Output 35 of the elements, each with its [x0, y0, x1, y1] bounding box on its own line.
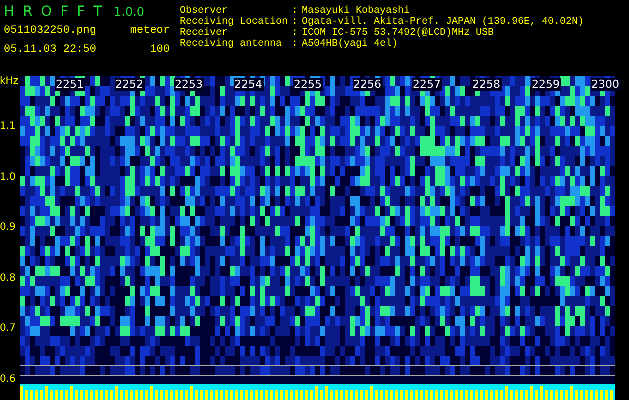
info-value: ICOM IC-575 53.7492(@LCD)MHz USB [302, 28, 496, 39]
meteor-count: 100 [149, 44, 170, 56]
info-label: Receiver [180, 28, 228, 39]
info-separator: : [292, 6, 300, 17]
time-label: 2255 [293, 78, 323, 91]
time-label: 2258 [472, 78, 502, 91]
frequency-tick: 0.6 [0, 374, 16, 384]
time-label: 2300 [590, 78, 620, 91]
info-label: Receiving Location [180, 17, 290, 28]
date-time: 05.11.03 22:50 [4, 44, 98, 56]
time-label: 2257 [412, 78, 442, 91]
info-value: Masayuki Kobayashi [302, 6, 410, 17]
unit-label: kHz [0, 76, 19, 87]
info-separator: : [292, 28, 300, 39]
app-version: 1.0.0 [114, 5, 146, 19]
info-separator: : [292, 39, 300, 50]
info-separator: : [292, 17, 300, 28]
frequency-tick: 0.7 [0, 323, 16, 334]
meteor-label: meteor [129, 25, 170, 37]
time-label: 2256 [352, 78, 382, 91]
time-label: 2259 [531, 78, 561, 91]
info-value: A504HB(yagi 4el) [302, 39, 400, 50]
frequency-tick: 0.9 [0, 222, 16, 233]
app-title: H R O F F T [4, 4, 106, 20]
info-value: Ogata-vill. Akita-Pref. JAPAN (139.96E, 40.02N) [302, 17, 584, 28]
frequency-tick: 1.0 [0, 172, 16, 182]
frequency-tick: 1.1 [0, 121, 16, 132]
time-label: 2251 [55, 78, 85, 91]
time-label: 2252 [114, 78, 144, 91]
frequency-tick: 0.8 [0, 272, 16, 284]
info-label: Receiving antenna [180, 39, 284, 50]
time-label: 2253 [174, 78, 204, 91]
time-label: 2254 [234, 78, 264, 91]
info-label: Observer [180, 6, 228, 17]
file-name: 0511032250.png [4, 25, 98, 37]
